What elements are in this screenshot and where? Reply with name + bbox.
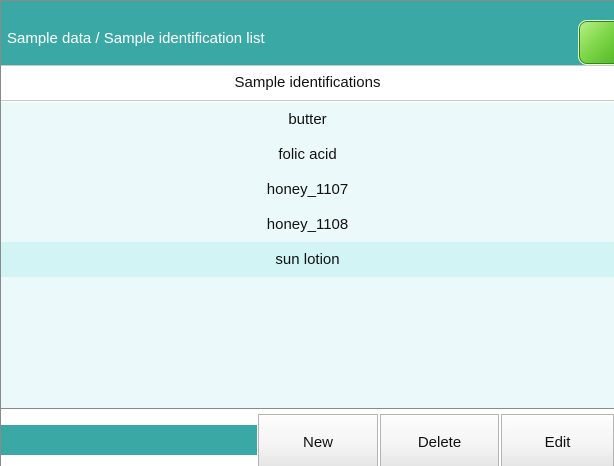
list-item[interactable]: folic acid: [1, 137, 614, 172]
edit-button[interactable]: Edit: [501, 414, 614, 466]
list-item[interactable]: honey_1108: [1, 207, 614, 242]
sample-id-list: butter folic acid honey_1107 honey_1108 …: [1, 102, 614, 408]
footer-bar: [1, 425, 257, 455]
table-header: Sample identifications: [1, 65, 614, 101]
new-button[interactable]: New: [258, 414, 378, 466]
title-bar: Sample data / Sample identification list: [1, 1, 614, 65]
list-item[interactable]: honey_1107: [1, 172, 614, 207]
list-item-selected[interactable]: sun lotion: [1, 242, 614, 277]
list-item[interactable]: butter: [1, 102, 614, 137]
delete-button[interactable]: Delete: [380, 414, 499, 466]
status-light-icon[interactable]: [578, 20, 614, 65]
page-title: Sample data / Sample identification list: [7, 30, 265, 47]
